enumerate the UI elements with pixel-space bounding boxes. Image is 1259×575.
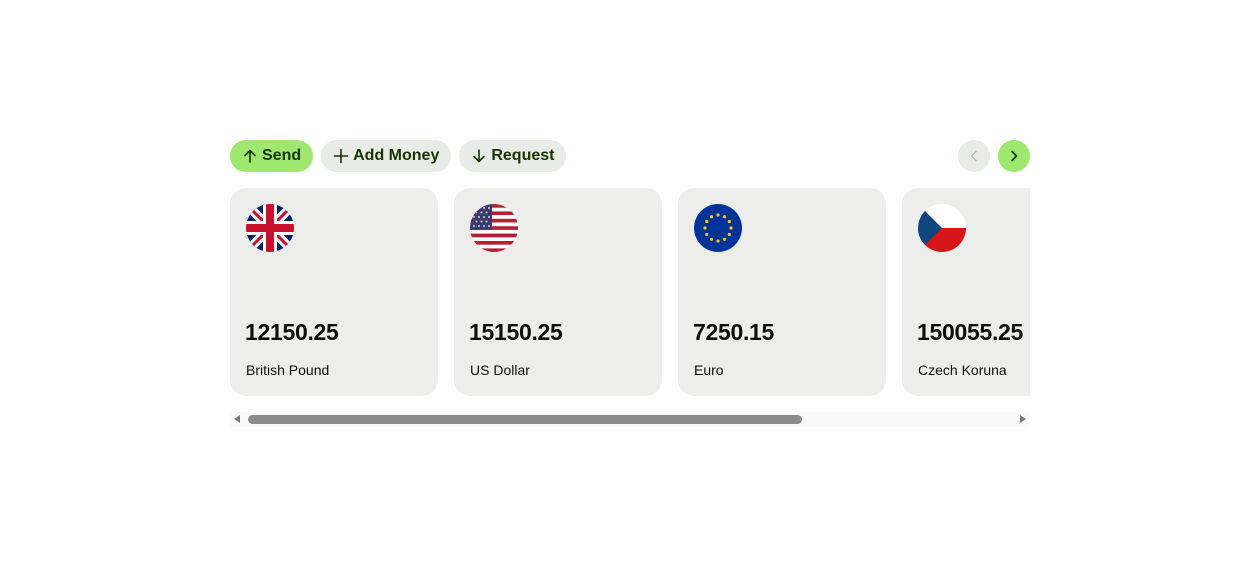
send-label: Send [262,147,302,164]
balance-cards-track: 12150.25 British Pound 15150.25 US Dolla… [230,188,1030,396]
arrow-down-icon [473,149,486,163]
horizontal-scrollbar[interactable] [230,412,1030,427]
carousel-navigation [958,140,1030,172]
balance-amount: 7250.15 [693,319,775,345]
request-label: Request [491,147,555,164]
balance-card-eur[interactable]: 7250.15 Euro [678,188,886,396]
balances-widget: Send Add Money Request 12150.25 British … [230,140,1030,427]
currency-name: US Dollar [470,362,530,378]
balance-card-gbp[interactable]: 12150.25 British Pound [230,188,438,396]
us-flag-icon [470,204,518,252]
arrow-up-icon [244,149,256,163]
currency-name: Czech Koruna [918,362,1007,378]
send-button[interactable]: Send [230,140,314,172]
chevron-right-icon [1011,150,1018,162]
uk-flag-icon [246,204,294,252]
add-money-button[interactable]: Add Money [321,140,452,172]
scroll-left-arrow-icon[interactable] [234,415,240,423]
balance-amount: 150055.25 [917,319,1024,345]
add-money-label: Add Money [353,147,440,164]
action-toolbar: Send Add Money Request [230,140,1030,172]
chevron-left-icon [970,150,977,162]
balance-amount: 15150.25 [469,319,563,345]
currency-name: Euro [694,362,724,378]
eu-flag-icon [694,204,742,252]
scrollbar-thumb[interactable] [248,415,802,424]
request-button[interactable]: Request [459,140,567,172]
scroll-right-arrow-icon[interactable] [1020,415,1026,423]
balance-card-usd[interactable]: 15150.25 US Dollar [454,188,662,396]
balance-amount: 12150.25 [245,319,339,345]
balance-card-czk[interactable]: 150055.25 Czech Koruna [902,188,1030,396]
plus-icon [333,148,349,164]
previous-button[interactable] [958,140,990,172]
next-button[interactable] [998,140,1030,172]
balance-cards-carousel: 12150.25 British Pound 15150.25 US Dolla… [230,188,1030,396]
currency-name: British Pound [246,362,330,378]
cz-flag-icon [918,204,966,252]
